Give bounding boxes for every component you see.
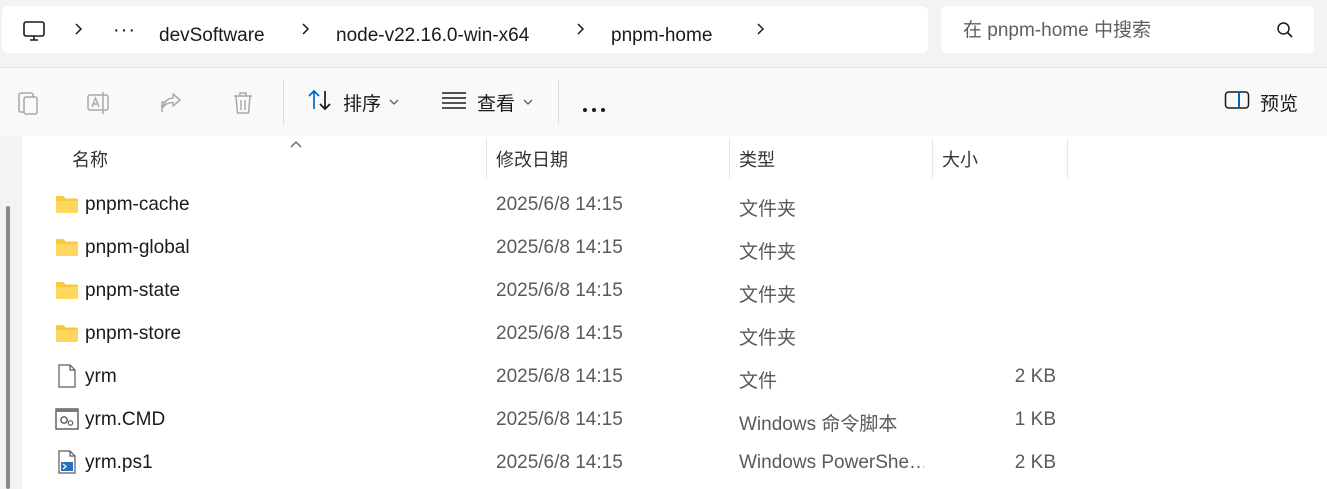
column-header-name[interactable]: 名称 — [72, 146, 108, 172]
file-name: pnpm-state — [85, 280, 181, 301]
folder-icon — [55, 237, 79, 262]
scrollbar-thumb[interactable] — [6, 206, 10, 489]
file-icon — [57, 364, 77, 393]
view-icon — [441, 89, 467, 116]
file-name: pnpm-store — [85, 323, 182, 344]
chevron-down-icon — [389, 93, 399, 111]
chevron-right-icon[interactable] — [754, 22, 768, 36]
view-label: 查看 — [477, 93, 516, 115]
file-row[interactable]: yrm.CMD 2025/6/8 14:15 Windows 命令脚本 1 KB — [22, 399, 1122, 442]
column-header-size[interactable]: 大小 — [942, 146, 978, 172]
file-size: 1 KB — [1014, 409, 1056, 430]
file-row[interactable]: pnpm-store 2025/6/8 14:15 文件夹 — [22, 313, 1122, 356]
column-header-type[interactable]: 类型 — [739, 146, 775, 172]
file-date: 2025/6/8 14:15 — [496, 237, 623, 258]
toolbar-divider — [558, 80, 559, 124]
breadcrumb-item-pnpm-home[interactable]: pnpm-home — [611, 24, 712, 48]
file-row[interactable]: pnpm-cache 2025/6/8 14:15 文件夹 — [22, 184, 1122, 227]
breadcrumb-overflow[interactable]: ··· — [113, 18, 136, 42]
file-date: 2025/6/8 14:15 — [496, 366, 623, 387]
sort-button[interactable]: 排序 — [307, 86, 399, 118]
cmd-script-icon — [55, 408, 79, 435]
chevron-down-icon — [523, 93, 533, 111]
share-icon[interactable] — [159, 90, 185, 121]
column-divider[interactable] — [932, 138, 933, 178]
file-row[interactable]: pnpm-state 2025/6/8 14:15 文件夹 — [22, 270, 1122, 313]
address-bar[interactable]: ··· devSoftware node-v22.16.0-win-x64 pn… — [2, 6, 928, 53]
chevron-right-icon[interactable] — [299, 22, 313, 36]
powershell-script-icon — [57, 450, 77, 479]
breadcrumb-item-devsoftware[interactable]: devSoftware — [159, 24, 265, 48]
file-name: pnpm-global — [85, 237, 190, 258]
file-row[interactable]: yrm 2025/6/8 14:15 文件 2 KB — [22, 356, 1122, 399]
file-date: 2025/6/8 14:15 — [496, 194, 623, 215]
view-button[interactable]: 查看 — [441, 86, 533, 118]
breadcrumb-item-node[interactable]: node-v22.16.0-win-x64 — [336, 24, 529, 48]
chevron-right-icon[interactable] — [574, 22, 588, 36]
file-date: 2025/6/8 14:15 — [496, 409, 623, 430]
folder-icon — [55, 280, 79, 305]
copy-icon[interactable] — [16, 90, 40, 121]
file-name: yrm — [85, 366, 117, 387]
file-row[interactable]: pnpm-global 2025/6/8 14:15 文件夹 — [22, 227, 1122, 270]
delete-icon[interactable] — [231, 90, 255, 121]
rename-icon[interactable] — [86, 90, 112, 121]
column-divider[interactable] — [1067, 138, 1068, 178]
monitor-icon[interactable] — [22, 19, 46, 48]
file-date: 2025/6/8 14:15 — [496, 323, 623, 344]
file-type: 文件夹 — [739, 285, 797, 306]
file-row[interactable]: yrm.ps1 2025/6/8 14:15 Windows PowerShe…… — [22, 442, 1122, 485]
sort-ascending-icon — [290, 136, 302, 154]
file-size: 2 KB — [1014, 452, 1056, 473]
file-name: pnpm-cache — [85, 194, 190, 215]
column-divider[interactable] — [486, 138, 487, 178]
file-type: Windows PowerShe… — [739, 452, 924, 473]
file-type: 文件 — [739, 371, 778, 392]
column-divider[interactable] — [729, 138, 730, 178]
preview-pane-icon — [1224, 89, 1250, 116]
search-input[interactable] — [961, 16, 1265, 46]
file-type: 文件夹 — [739, 328, 797, 349]
sort-icon — [307, 88, 333, 117]
column-header-date[interactable]: 修改日期 — [496, 146, 568, 172]
toolbar-divider — [283, 80, 284, 124]
file-name: yrm.ps1 — [85, 452, 153, 473]
file-list-pane: 名称 修改日期 类型 大小 pnpm-cache 2025/6/8 14:15 … — [0, 136, 1327, 489]
chevron-right-icon[interactable] — [72, 22, 86, 36]
folder-icon — [55, 323, 79, 348]
file-size: 2 KB — [1014, 366, 1056, 387]
file-date: 2025/6/8 14:15 — [496, 280, 623, 301]
column-header-row: 名称 修改日期 类型 大小 — [22, 136, 1327, 180]
more-icon[interactable] — [583, 99, 610, 117]
file-type: 文件夹 — [739, 199, 797, 220]
command-bar: 排序 查看 预览 — [0, 67, 1327, 137]
folder-icon — [55, 194, 79, 219]
file-type: 文件夹 — [739, 242, 797, 263]
sort-label: 排序 — [343, 93, 382, 115]
preview-label: 预览 — [1260, 93, 1299, 115]
file-type: Windows 命令脚本 — [739, 414, 898, 435]
file-name: yrm.CMD — [85, 409, 166, 430]
vertical-scrollbar[interactable] — [0, 136, 22, 489]
address-row: ··· devSoftware node-v22.16.0-win-x64 pn… — [0, 0, 1327, 64]
preview-button[interactable]: 预览 — [1224, 86, 1298, 118]
search-box[interactable] — [941, 6, 1314, 53]
file-date: 2025/6/8 14:15 — [496, 452, 623, 473]
search-icon[interactable] — [1276, 21, 1294, 44]
